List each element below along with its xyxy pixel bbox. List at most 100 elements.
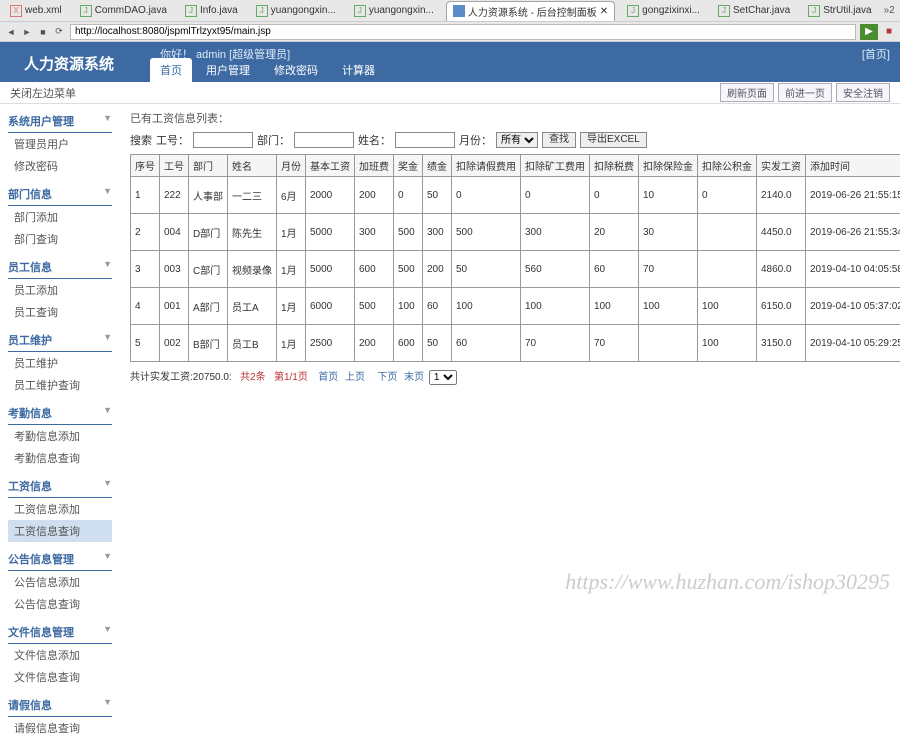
sidebar-item[interactable]: 管理员用户 [8,133,112,155]
sidebar-item[interactable]: 部门查询 [8,228,112,250]
cell [639,325,698,362]
more-tabs[interactable]: »2 [884,5,895,16]
go-button[interactable]: ▶ [860,24,878,40]
sidebar-group-header[interactable]: 工资信息▼ [8,475,112,498]
nav-buttons: ◄ ► ■ ⟳ [4,25,66,39]
sidebar-item[interactable]: 修改密码 [8,155,112,177]
url-input[interactable] [70,24,856,40]
cell: 5000 [306,214,355,251]
page-info: 第1/1页 [274,372,308,383]
file-icon: J [80,5,92,17]
first-page[interactable]: 首页 [318,372,338,383]
page-select[interactable]: 1 [429,370,457,385]
sidebar-item[interactable]: 工资信息查询 [8,520,112,542]
column-header: 扣除公积金 [698,155,757,177]
cell: 2140.0 [757,177,806,214]
forward-page-button[interactable]: 前进一页 [778,83,832,102]
cell: D部门 [189,214,228,251]
sidebar-item[interactable]: 文件信息添加 [8,644,112,666]
sidebar-group-header[interactable]: 系统用户管理▼ [8,110,112,133]
input-empno[interactable] [193,132,253,148]
sidebar-item[interactable]: 部门添加 [8,206,112,228]
sidebar-group-header[interactable]: 文件信息管理▼ [8,621,112,644]
ide-tab[interactable]: JInfo.java [179,1,244,21]
select-month[interactable]: 所有 [496,132,538,148]
sidebar-item[interactable]: 员工维护 [8,352,112,374]
cell: 0 [698,177,757,214]
search-button[interactable]: 查找 [542,132,576,148]
cell: 30 [639,214,698,251]
file-icon: J [256,5,268,17]
top-tab[interactable]: 计算器 [332,58,385,82]
forward-icon[interactable]: ► [20,25,34,39]
column-header: 加班费 [355,155,394,177]
cell: 1月 [277,325,306,362]
sidebar-group-header[interactable]: 公告信息管理▼ [8,548,112,571]
search-bar: 搜索 工号： 部门： 姓名： 月份： 所有 查找 导出EXCEL [130,132,890,148]
export-excel-button[interactable]: 导出EXCEL [580,132,647,148]
ide-tab[interactable]: Xweb.xml [4,1,68,21]
list-title: 已有工资信息列表： [130,110,890,126]
stop-icon[interactable]: ■ [36,25,50,39]
cell: 0 [590,177,639,214]
ide-tab[interactable]: JCommDAO.java [74,1,173,21]
sidebar-item[interactable]: 考勤信息添加 [8,425,112,447]
ide-tab[interactable]: Jyuangongxin... [250,1,342,21]
group-title: 部门信息 [8,186,52,202]
home-link[interactable]: [首页] [862,46,890,62]
sidebar-group-header[interactable]: 员工信息▼ [8,256,112,279]
table-row: 1222人事部一二三6月20002000500001002140.02019-0… [131,177,900,214]
column-header: 扣除税费 [590,155,639,177]
cell: 60 [590,251,639,288]
sidebar-item[interactable]: 员工查询 [8,301,112,323]
stop-small-icon[interactable]: ■ [882,25,896,39]
input-dept[interactable] [294,132,354,148]
sidebar-item[interactable]: 考勤信息查询 [8,447,112,469]
cell: 2 [131,214,160,251]
cell: 1月 [277,251,306,288]
sidebar-group-header[interactable]: 员工维护▼ [8,329,112,352]
ide-tab[interactable]: Jgongzixinxi... [621,1,706,21]
group-title: 员工维护 [8,332,52,348]
group-title: 员工信息 [8,259,52,275]
tab-label: gongzixinxi... [642,5,700,16]
sidebar-item[interactable]: 公告信息查询 [8,593,112,615]
cell: 100 [521,288,590,325]
sidebar-item[interactable]: 工资信息添加 [8,498,112,520]
sidebar-group-header[interactable]: 部门信息▼ [8,183,112,206]
input-name[interactable] [395,132,455,148]
tab-label: SetChar.java [733,5,790,16]
sidebar-group-header[interactable]: 请假信息▼ [8,694,112,717]
close-icon[interactable]: ✕ [600,6,608,17]
ide-tab[interactable]: Jyuangongxin... [348,1,440,21]
column-header: 月份 [277,155,306,177]
cell: 20 [590,214,639,251]
tab-label: yuangongxin... [369,5,434,16]
label-name: 姓名： [358,132,391,148]
cell: 3 [131,251,160,288]
back-icon[interactable]: ◄ [4,25,18,39]
sidebar-item[interactable]: 文件信息查询 [8,666,112,688]
refresh-page-button[interactable]: 刷新页面 [720,83,774,102]
file-icon: J [718,5,730,17]
prev-page[interactable]: 上页 [345,372,365,383]
refresh-icon[interactable]: ⟳ [52,25,66,39]
cell: 300 [423,214,452,251]
ide-tab[interactable]: 人力资源系统 - 后台控制面板✕ [446,1,615,21]
last-page[interactable]: 末页 [404,372,424,383]
sidebar-item[interactable]: 员工维护查询 [8,374,112,396]
logout-button[interactable]: 安全注销 [836,83,890,102]
toggle-sidebar[interactable]: 关闭左边菜单 [10,85,76,101]
sidebar-item[interactable]: 请假信息查询 [8,717,112,739]
chevron-down-icon: ▼ [103,624,112,640]
app-header: 人力资源系统 你好！ admin [超级管理员] [首页] 首页用户管理修改密码… [0,42,900,82]
sidebar-item[interactable]: 公告信息添加 [8,571,112,593]
next-page[interactable]: 下页 [377,372,397,383]
sidebar-group-header[interactable]: 考勤信息▼ [8,402,112,425]
ide-tab[interactable]: JSetChar.java [712,1,796,21]
greeting-text: 你好！ admin [超级管理员] [160,46,290,62]
sidebar-item[interactable]: 员工添加 [8,279,112,301]
cell: 500 [355,288,394,325]
cell: 100 [394,288,423,325]
ide-tab[interactable]: JStrUtil.java [802,1,877,21]
